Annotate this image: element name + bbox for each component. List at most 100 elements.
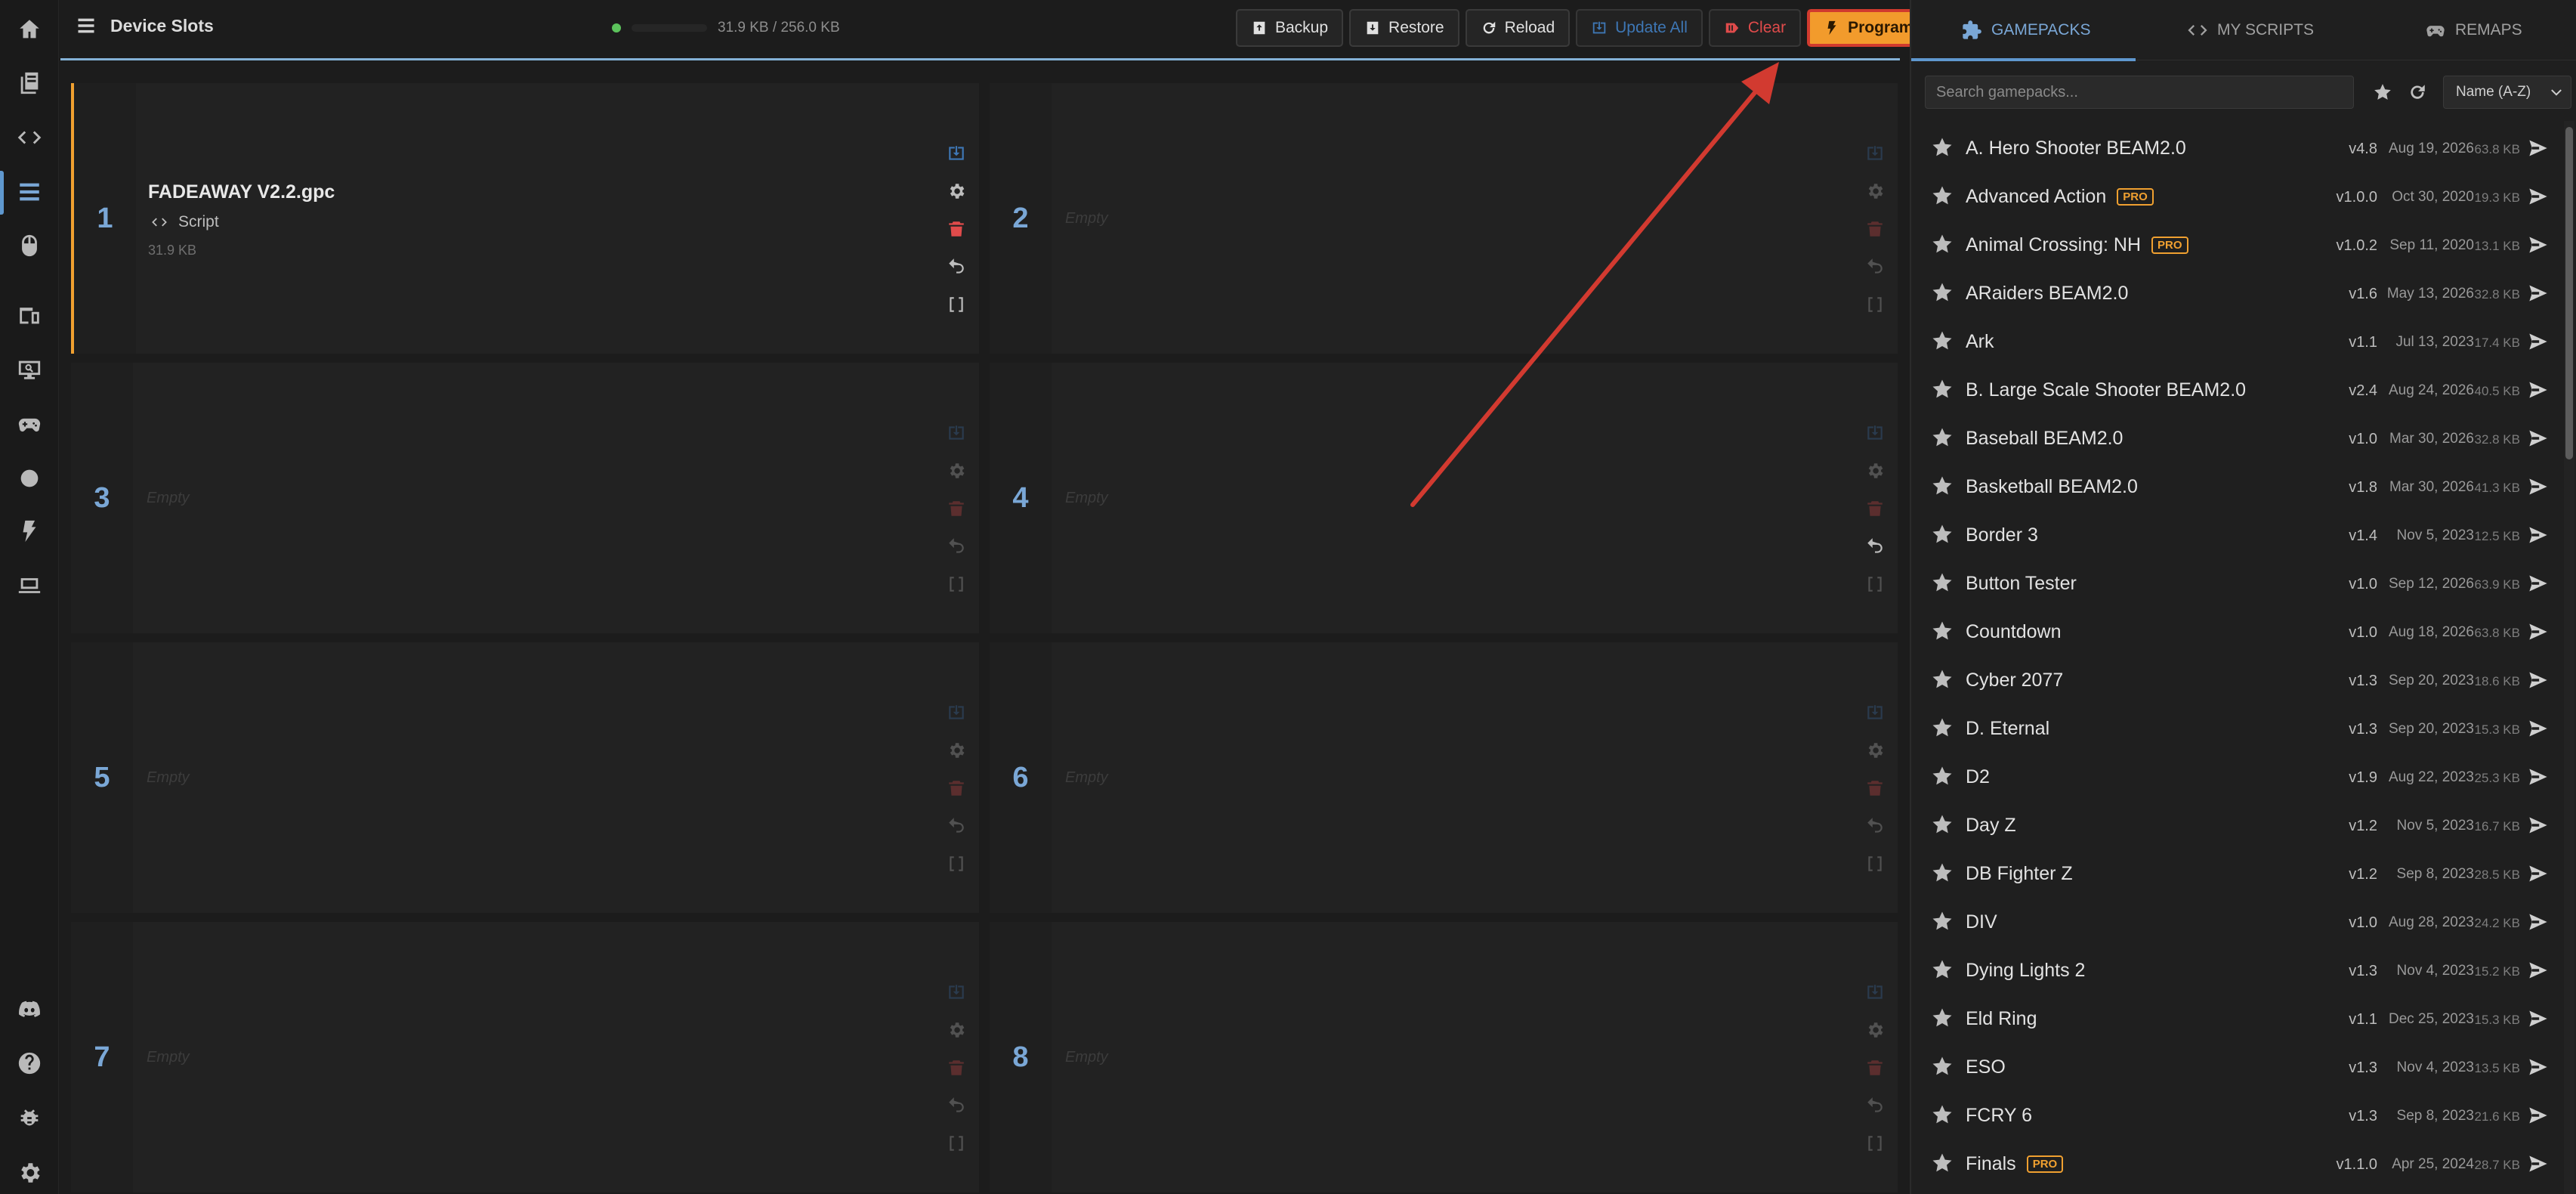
brackets-icon[interactable] (1860, 1124, 1890, 1162)
settings-icon[interactable] (1860, 1011, 1890, 1049)
star-icon[interactable] (1931, 620, 1954, 642)
star-icon[interactable] (1931, 281, 1954, 304)
gamepack-row[interactable]: FCRY 6 v1.3 Sep 8, 2023 21.6 KB (1911, 1091, 2562, 1140)
settings-icon[interactable] (941, 172, 971, 210)
help-icon[interactable] (13, 1047, 46, 1080)
star-icon[interactable] (1931, 910, 1954, 933)
trash-icon[interactable] (941, 769, 971, 807)
gamepack-row[interactable]: ARaiders BEAM2.0 v1.6 May 13, 2026 32.8 KB (1911, 269, 2562, 317)
clear-button[interactable]: Clear (1708, 9, 1802, 47)
gamepack-row[interactable]: D. Eternal v1.3 Sep 20, 2023 15.3 KB (1911, 704, 2562, 753)
settings-icon[interactable] (941, 732, 971, 769)
send-icon[interactable] (2528, 283, 2549, 304)
brackets-icon[interactable] (1860, 565, 1890, 603)
bug-icon[interactable] (13, 1103, 46, 1136)
gamepack-row[interactable]: A. Hero Shooter BEAM2.0 v4.8 Aug 19, 2026 6… (1911, 124, 2562, 172)
undo-icon[interactable] (941, 807, 971, 845)
star-icon[interactable] (1931, 184, 1954, 207)
star-icon[interactable] (1931, 233, 1954, 255)
gamepack-row[interactable]: Button Tester v1.0 Sep 12, 2026 63.9 KB (1911, 559, 2562, 608)
undo-icon[interactable] (1860, 1087, 1890, 1124)
gamepack-row[interactable]: Animal Crossing: NH PRO v1.0.2 Sep 11, 2020… (1911, 221, 2562, 269)
download-icon[interactable] (941, 135, 971, 172)
undo-icon[interactable] (1860, 248, 1890, 286)
undo-icon[interactable] (941, 527, 971, 565)
settings-icon[interactable] (941, 452, 971, 490)
gamepack-row[interactable]: Dying Lights 2 v1.3 Nov 4, 2023 15.2 KB (1911, 946, 2562, 994)
tab-remaps[interactable]: REMAPS (2425, 0, 2522, 60)
undo-icon[interactable] (1860, 527, 1890, 565)
brackets-icon[interactable] (941, 565, 971, 603)
screen-search-icon[interactable] (13, 353, 46, 386)
send-icon[interactable] (2528, 186, 2549, 207)
star-icon[interactable] (1931, 1103, 1954, 1126)
star-icon[interactable] (1931, 329, 1954, 352)
download-icon[interactable] (1860, 135, 1890, 172)
trash-icon[interactable] (941, 490, 971, 527)
download-icon[interactable] (1860, 414, 1890, 452)
slot-1[interactable]: 1 FADEAWAY V2.2.gpc Script 31.9 KB (71, 83, 979, 354)
brackets-icon[interactable] (1860, 845, 1890, 883)
code-icon[interactable] (13, 121, 46, 154)
settings-icon[interactable] (941, 1011, 971, 1049)
gamepack-row[interactable]: Cyber 2077 v1.3 Sep 20, 2023 18.6 KB (1911, 656, 2562, 704)
send-icon[interactable] (2528, 331, 2549, 352)
gamepack-row[interactable]: B. Large Scale Shooter BEAM2.0 v2.4 Aug 24… (1911, 366, 2562, 414)
send-icon[interactable] (2528, 476, 2549, 497)
send-icon[interactable] (2528, 670, 2549, 691)
star-icon[interactable] (1931, 716, 1954, 739)
slot-8[interactable]: 8 Empty (990, 922, 1898, 1192)
star-icon[interactable] (1931, 571, 1954, 594)
send-icon[interactable] (2528, 815, 2549, 836)
gamepack-row[interactable]: Border 3 v1.4 Nov 5, 2023 12.5 KB (1911, 511, 2562, 559)
slot-6[interactable]: 6 Empty (990, 642, 1898, 913)
settings-gear-icon[interactable] (13, 1156, 46, 1189)
send-icon[interactable] (2528, 621, 2549, 642)
undo-icon[interactable] (941, 1087, 971, 1124)
gamepack-row[interactable]: DIV v1.0 Aug 28, 2023 24.2 KB (1911, 898, 2562, 946)
gamepack-row[interactable]: Eld Ring v1.1 Dec 25, 2023 15.3 KB (1911, 994, 2562, 1043)
send-icon[interactable] (2528, 766, 2549, 787)
star-icon[interactable] (1931, 765, 1954, 787)
download-icon[interactable] (1860, 694, 1890, 732)
gamepack-row[interactable]: Basketball BEAM2.0 v1.8 Mar 30, 2026 41.3 K… (1911, 462, 2562, 511)
restore-button[interactable]: Restore (1349, 9, 1459, 47)
brackets-icon[interactable] (1860, 286, 1890, 323)
send-icon[interactable] (2528, 718, 2549, 739)
brackets-icon[interactable] (941, 845, 971, 883)
record-icon[interactable] (13, 462, 46, 495)
send-icon[interactable] (2528, 428, 2549, 449)
star-icon[interactable] (1931, 475, 1954, 497)
backup-button[interactable]: Backup (1236, 9, 1344, 47)
send-icon[interactable] (2528, 573, 2549, 594)
gamepack-row[interactable]: Baseball BEAM2.0 v1.0 Mar 30, 2026 32.8 KB (1911, 414, 2562, 462)
star-icon[interactable] (1931, 1055, 1954, 1078)
gamepack-row[interactable]: Ark v1.1 Jul 13, 2023 17.4 KB (1911, 317, 2562, 366)
slot-3[interactable]: 3 Empty (71, 363, 979, 633)
send-icon[interactable] (2528, 524, 2549, 546)
undo-icon[interactable] (941, 248, 971, 286)
send-icon[interactable] (2528, 1008, 2549, 1029)
settings-icon[interactable] (1860, 172, 1890, 210)
send-icon[interactable] (2528, 1153, 2549, 1174)
trash-icon[interactable] (941, 210, 971, 248)
brackets-icon[interactable] (941, 286, 971, 323)
send-icon[interactable] (2528, 863, 2549, 884)
star-icon[interactable] (1931, 378, 1954, 401)
gamepack-row[interactable]: Countdown v1.0 Aug 18, 2026 63.8 KB (1911, 608, 2562, 656)
slot-5[interactable]: 5 Empty (71, 642, 979, 913)
star-icon[interactable] (1931, 1152, 1954, 1174)
undo-icon[interactable] (1860, 807, 1890, 845)
send-icon[interactable] (2528, 1056, 2549, 1078)
trash-icon[interactable] (1860, 1049, 1890, 1087)
gamepack-row[interactable]: Advanced Action PRO v1.0.0 Oct 30, 2020 19.3… (1911, 172, 2562, 221)
send-icon[interactable] (2528, 138, 2549, 159)
trash-icon[interactable] (1860, 769, 1890, 807)
star-icon[interactable] (1931, 136, 1954, 159)
discord-icon[interactable] (13, 993, 46, 1026)
trash-icon[interactable] (1860, 210, 1890, 248)
library-icon[interactable] (13, 67, 46, 100)
gamepad-icon[interactable] (13, 407, 46, 441)
settings-icon[interactable] (1860, 732, 1890, 769)
device-slots-icon[interactable] (13, 175, 46, 209)
